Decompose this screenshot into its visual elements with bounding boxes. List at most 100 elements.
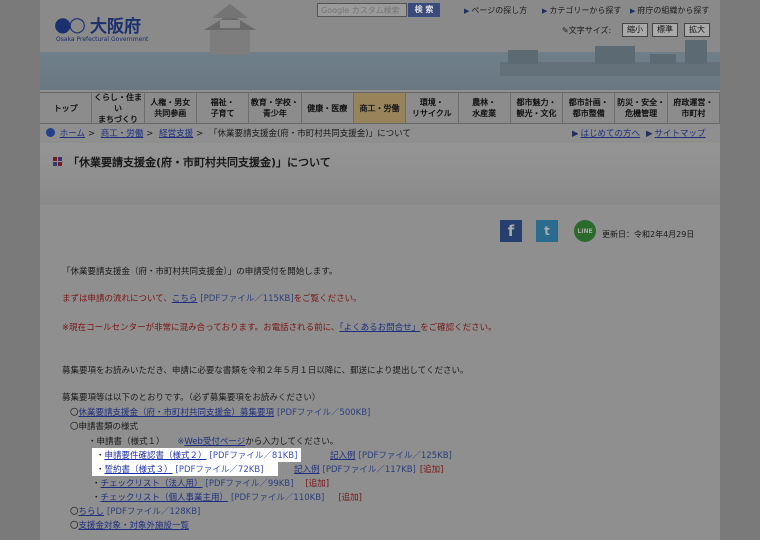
- checklist-corp-row: ・チェックリスト（法人用） [PDFファイル／99KB] [追加]: [92, 477, 329, 489]
- dot: ・: [92, 493, 101, 503]
- form3-row: ・誓約書（様式３） [PDFファイル／72KB]: [92, 462, 278, 476]
- faq-link[interactable]: 「よくあるお問合せ」: [339, 323, 420, 333]
- skyline-illustration: [500, 40, 720, 76]
- nav-administration[interactable]: 府政運営・ 市町村: [668, 93, 720, 123]
- breadcrumb-home[interactable]: ホーム: [60, 129, 85, 139]
- link-first-time-label: はじめての方へ: [580, 129, 641, 139]
- pen-icon: ✎: [562, 26, 569, 35]
- page-title: 「休業要請支援金(府・市町村共同支援金)」について: [68, 156, 331, 169]
- twitter-icon[interactable]: t: [536, 220, 558, 242]
- logo-name: 大阪府: [90, 17, 141, 37]
- facility-list-link[interactable]: 支援金対象・対象外施設一覧: [79, 521, 190, 531]
- flow-link[interactable]: こちら: [172, 294, 198, 304]
- nav-human-rights[interactable]: 人権・男女 共同参画: [145, 93, 197, 123]
- intro-text: 「休業要請支援金（府・市町村共同支援金）」の申請受付を開始します。: [62, 267, 338, 277]
- flow-text: まずは申請の流れについて、: [62, 294, 172, 304]
- checklist-individual-added-tag: [追加]: [338, 493, 362, 503]
- form3-example-link[interactable]: 記入例: [294, 465, 320, 475]
- font-normal-button[interactable]: 標準: [652, 23, 678, 37]
- form2-example-pdf: [PDFファイル／125KB]: [358, 451, 452, 461]
- link-first-time[interactable]: ▶ はじめての方へ: [572, 126, 640, 142]
- form2-example-row: 記入例 [PDFファイル／125KB]: [330, 449, 452, 461]
- checklist-corp-pdf: [PDFファイル／99KB]: [205, 479, 294, 489]
- form3-pdf: [PDFファイル／72KB]: [175, 465, 264, 475]
- font-size-text: 文字サイズ:: [568, 26, 612, 35]
- bullet: 〇: [70, 408, 79, 418]
- font-size-label: ✎文字サイズ:: [562, 25, 611, 36]
- flyer-pdf: [PDFファイル／128KB]: [107, 507, 201, 517]
- breadcrumb-sep: >: [87, 129, 96, 139]
- guidelines-link[interactable]: 休業要請支援金（府・市町村共同支援金）募集要項: [79, 408, 275, 418]
- web-form-link[interactable]: Web受付ページ: [184, 437, 245, 447]
- title-band: 「休業要請支援金(府・市町村共同支援金)」について: [40, 143, 720, 205]
- form3-example-pdf: [PDFファイル／117KB]: [322, 465, 416, 475]
- flow-pdf: [PDFファイル／115KB]: [200, 294, 294, 304]
- link-by-organization[interactable]: ▶ 府庁の組織から探す: [630, 5, 709, 16]
- line-icon[interactable]: LINE: [574, 220, 596, 242]
- form3-link[interactable]: 誓約書（様式３）: [105, 465, 173, 475]
- form2-link[interactable]: 申請要件確認書（様式２）: [105, 451, 207, 461]
- search-button[interactable]: 検 索: [408, 3, 440, 17]
- font-smaller-button[interactable]: 縮小: [622, 23, 648, 37]
- form2-row: ・申請要件確認書（様式２） [PDFファイル／81KB]: [92, 448, 302, 462]
- dot: ・: [96, 465, 105, 475]
- nav-tourism[interactable]: 都市魅力・ 観光・文化: [511, 93, 564, 123]
- arrow-icon: ▶: [630, 7, 636, 15]
- nav-urban-planning[interactable]: 都市計画・ 都市整備: [563, 93, 616, 123]
- main-nav: トップ くらし・住まい まちづくり 人権・男女 共同参画 福祉・ 子育て 教育・…: [40, 92, 720, 124]
- logo-sub: Osaka Prefectural Government: [56, 36, 149, 43]
- nav-education[interactable]: 教育・学校・ 青少年: [249, 93, 302, 123]
- arrow-icon: ▶: [464, 7, 470, 15]
- dot: ・: [96, 451, 105, 461]
- checklist-individual-pdf: [PDFファイル／110KB]: [231, 493, 325, 503]
- breadcrumb-commerce[interactable]: 商工・労働: [101, 129, 144, 139]
- checklist-corp-link[interactable]: チェックリスト（法人用）: [101, 479, 203, 489]
- checklist-individual-link[interactable]: チェックリスト（個人事業主用）: [101, 493, 229, 503]
- guidelines-pdf: [PDFファイル／500KB]: [277, 408, 371, 418]
- nav-commerce[interactable]: 商工・労働: [353, 93, 407, 123]
- link-sitemap-label: サイトマップ: [654, 129, 706, 139]
- link-how-to-find[interactable]: ▶ ページの探し方: [464, 5, 527, 16]
- castle-illustration: [204, 4, 256, 55]
- form2-pdf: [PDFファイル／81KB]: [209, 451, 298, 461]
- form1-label: ・申請書（様式１）: [88, 437, 165, 447]
- nav-environment[interactable]: 環境・ リサイクル: [406, 93, 459, 123]
- callcenter-notice: ※現在コールセンターが非常に混み合っております。お電話される前に、「よくあるお問…: [62, 321, 497, 333]
- list-intro: 募集要項等は以下のとおりです。（必ず募集要項をお読みください）: [62, 393, 321, 403]
- search-input[interactable]: [317, 3, 407, 17]
- link-label: ページの探し方: [471, 6, 528, 15]
- item-flyer: 〇ちらし [PDFファイル／128KB]: [70, 505, 200, 517]
- breadcrumb-support[interactable]: 経営支援: [159, 129, 193, 139]
- form3-example-row: 記入例 [PDFファイル／117KB] [追加]: [294, 463, 443, 475]
- facebook-icon[interactable]: f: [500, 220, 522, 242]
- nav-disaster[interactable]: 防災・安全・ 危機管理: [615, 93, 668, 123]
- bullet: 〇: [70, 521, 79, 531]
- form1-row: ・申請書（様式１） ※Web受付ページから入力してください。: [88, 435, 338, 447]
- guide-text: 募集要項をお読みいただき、申請に必要な書類を令和２年５月１日以降に、郵送により提…: [62, 366, 469, 376]
- item-forms: 〇申請書類の様式: [70, 422, 139, 432]
- checklist-individual-row: ・チェックリスト（個人事業主用） [PDFファイル／110KB] [追加]: [92, 491, 362, 503]
- font-larger-button[interactable]: 拡大: [684, 23, 710, 37]
- form3-added-tag: [追加]: [419, 465, 444, 475]
- item-guidelines: 〇休業要請支援金（府・市町村共同支援金）募集要項 [PDFファイル／500KB]: [70, 406, 370, 418]
- flyer-link[interactable]: ちらし: [79, 507, 105, 517]
- link-by-category[interactable]: ▶ カテゴリーから探す: [542, 5, 621, 16]
- nav-welfare[interactable]: 福祉・ 子育て: [197, 93, 250, 123]
- page: ●○ 大阪府 Osaka Prefectural Government 検 索 …: [40, 0, 720, 540]
- breadcrumb-sep: >: [146, 129, 154, 139]
- nav-top[interactable]: トップ: [40, 93, 93, 123]
- title-marker-icon: [53, 157, 63, 167]
- link-label: カテゴリーから探す: [549, 6, 622, 15]
- call-text-end: をご確認ください。: [420, 323, 497, 333]
- link-label: 府庁の組織から探す: [637, 6, 710, 15]
- nav-agriculture[interactable]: 農林・ 水産業: [459, 93, 511, 123]
- flow-text-end: をご覧ください。: [293, 294, 362, 304]
- link-sitemap[interactable]: ▶ サイトマップ: [646, 126, 706, 142]
- site-header: ●○ 大阪府 Osaka Prefectural Government 検 索 …: [40, 0, 720, 90]
- nav-living[interactable]: くらし・住まい まちづくり: [92, 93, 145, 124]
- nav-health[interactable]: 健康・医療: [302, 93, 354, 123]
- arrow-icon: ▶: [646, 129, 653, 139]
- breadcrumb-current: 「休業要請支援金(府・市町村共同支援金)」について: [208, 129, 411, 139]
- home-icon: [46, 128, 55, 137]
- form2-example-link[interactable]: 記入例: [330, 451, 356, 461]
